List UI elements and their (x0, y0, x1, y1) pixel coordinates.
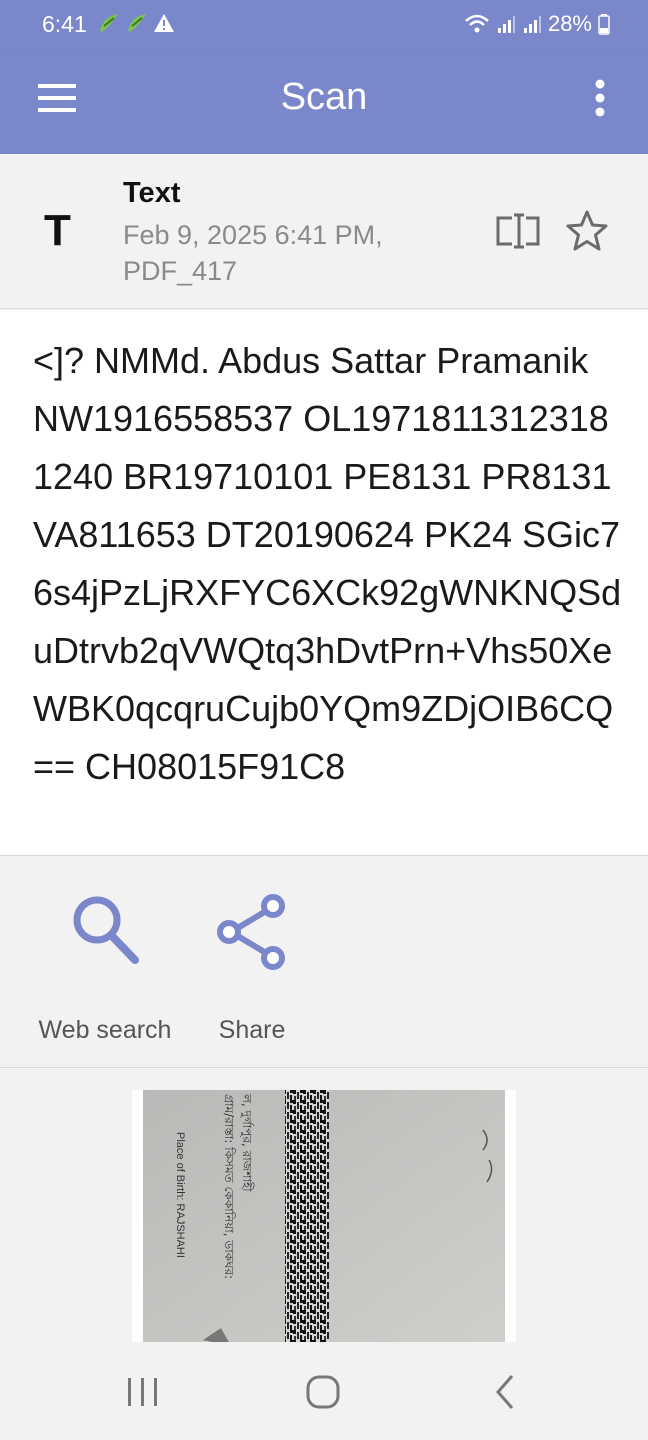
web-search-label: Web search (38, 1016, 172, 1044)
wifi-icon (465, 14, 489, 33)
text-type-icon: T (44, 206, 71, 255)
share-button[interactable]: Share (177, 890, 327, 1050)
battery-icon (598, 14, 610, 35)
home-icon[interactable] (298, 1372, 348, 1412)
system-nav-bar (0, 1342, 648, 1440)
more-vert-icon[interactable] (580, 74, 620, 122)
place-of-birth-text: Place of Birth: RAJSHAHI (174, 1132, 186, 1258)
warning-icon (154, 14, 174, 32)
scan-image-section: Place of Birth: RAJSHAHI গ্রাম/রাস্তা: ক… (0, 1068, 648, 1342)
notification-icon (128, 14, 146, 32)
star-icon[interactable] (564, 208, 610, 254)
result-header: T Text Feb 9, 2025 6:41 PM, PDF_417 (0, 154, 648, 309)
scanned-card-photo: Place of Birth: RAJSHAHI গ্রাম/রাস্তা: ক… (143, 1090, 505, 1342)
search-icon (73, 896, 139, 964)
text-select-icon[interactable] (494, 212, 542, 250)
status-time: 6:41 (42, 11, 87, 37)
status-notifications (96, 10, 176, 36)
share-label: Share (218, 1016, 286, 1044)
status-right: 28% (464, 11, 610, 37)
web-search-button[interactable]: Web search (30, 890, 180, 1050)
share-icon (217, 894, 285, 970)
scan-result-text[interactable]: <]? NMMd. Abdus Sattar Pramanik NW191655… (33, 332, 623, 796)
result-date: Feb 9, 2025 6:41 PM, (123, 220, 383, 250)
notification-icon (100, 14, 118, 32)
battery-percent: 28% (547, 11, 592, 36)
bengali-address-line: গ্রাম/রাস্তা: কিসমত কেকানিয়া, ডাকঘর: (222, 1094, 236, 1279)
status-bar: 6:41 28% (0, 0, 648, 50)
actions-bar: Web search Share (0, 856, 648, 1068)
signal-icon (497, 16, 515, 33)
scan-content: <]? NMMd. Abdus Sattar Pramanik NW191655… (0, 310, 648, 856)
scan-image-card[interactable]: Place of Birth: RAJSHAHI গ্রাম/রাস্তা: ক… (132, 1090, 516, 1342)
bengali-address-line: ল, দুর্গাপুর, রাজশাহী (239, 1093, 254, 1192)
back-icon[interactable] (482, 1372, 532, 1412)
page-title: Scan (280, 76, 368, 118)
signal-icon (523, 16, 541, 33)
result-type-label: Text (123, 177, 181, 209)
recents-icon[interactable] (118, 1372, 168, 1412)
result-format: PDF_417 (123, 256, 238, 286)
app-bar: Scan (0, 50, 648, 154)
